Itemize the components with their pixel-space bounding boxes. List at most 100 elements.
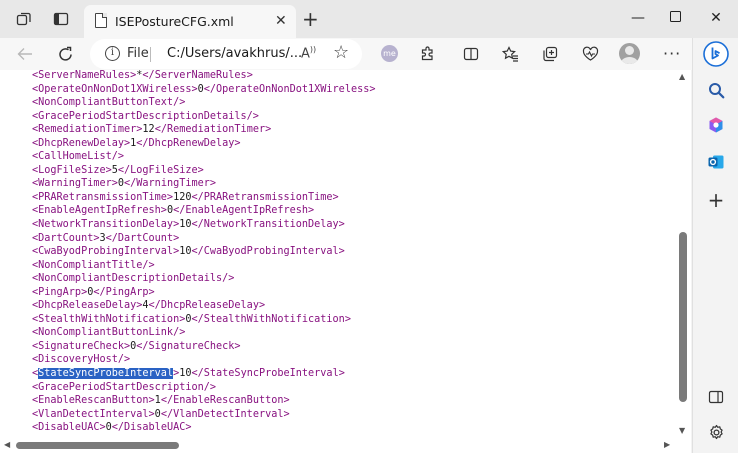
split-screen-icon[interactable] (461, 44, 481, 64)
xml-close-tag: </OperateOnNonDot1XWireless> (203, 83, 376, 95)
xml-open-tag: <EnableAgentIpRefresh> (32, 205, 167, 217)
active-tab[interactable]: ISEPostureCFG.xml ✕ (84, 5, 296, 38)
xml-line: <CwaByodProbingInterval>10</CwaByodProbi… (32, 245, 376, 259)
xml-close-tag: </DhcpReleaseDelay> (148, 300, 266, 312)
xml-line: <PRARetransmissionTime>120</PRARetransmi… (32, 191, 376, 205)
workspaces-icon[interactable] (15, 10, 33, 28)
star-icon[interactable]: ☆ (333, 42, 349, 63)
xml-line: <VlanDetectInterval>0</VlanDetectInterva… (32, 408, 376, 422)
xml-open-tag: <NetworkTransitionDelay> (32, 219, 180, 231)
xml-line: <StateSyncProbeInterval>10</StateSyncPro… (32, 367, 376, 381)
address-bar[interactable]: i File C:/Users/avakhrus/... A)) ☆ (90, 39, 362, 69)
xml-open-tag: <CallHomeList/> (32, 151, 125, 163)
xml-close-tag: </CwaByodProbingInterval> (191, 246, 345, 258)
sidebar-panel-icon[interactable] (705, 386, 727, 408)
file-icon (95, 13, 107, 28)
divider (150, 47, 151, 62)
xml-open-tag: <ServerNameRules> (32, 70, 137, 81)
xml-line: <NetworkTransitionDelay>10</NetworkTrans… (32, 218, 376, 232)
xml-open-tag: <DartCount> (32, 232, 100, 244)
scroll-up-icon[interactable]: ▲ (679, 72, 685, 81)
vertical-scrollbar[interactable]: ▲ ▼ (676, 70, 691, 440)
title-bar: ISEPostureCFG.xml ✕ + — ✕ (0, 0, 738, 38)
xml-line: <ServerNameRules>*</ServerNameRules> (32, 70, 376, 83)
xml-value: 10 (179, 246, 192, 258)
gear-icon[interactable] (705, 421, 727, 443)
xml-open-tag: <PingArp> (32, 286, 88, 298)
avatar[interactable] (619, 43, 640, 64)
xml-open-tag: <DiscoveryHost/> (32, 354, 131, 366)
back-arrow-icon[interactable] (14, 43, 36, 65)
search-icon[interactable] (705, 79, 727, 101)
refresh-icon[interactable] (54, 43, 76, 65)
xml-line: <SignatureCheck>0</SignatureCheck> (32, 340, 376, 354)
xml-open-tag: <StateSyncProbeInterval> (32, 368, 180, 380)
xml-value: 12 (142, 124, 155, 136)
horizontal-scrollbar[interactable]: ◀ ▶ (0, 438, 691, 453)
xml-close-tag: </SignatureCheck> (136, 340, 241, 352)
xml-close-tag: </DisableUAC> (111, 422, 192, 434)
favorites-icon[interactable] (500, 44, 520, 64)
xml-open-tag: <SignatureCheck> (32, 340, 131, 352)
xml-line: <RemediationTimer>12</RemediationTimer> (32, 123, 376, 137)
close-window-button[interactable]: ✕ (706, 9, 726, 27)
xml-line: <CallHomeList/> (32, 150, 376, 164)
xml-line: <NonCompliantTitle/> (32, 259, 376, 273)
xml-open-tag: <WarningTimer> (32, 178, 118, 190)
xml-line: <WarningTimer>0</WarningTimer> (32, 177, 376, 191)
xml-close-tag: </PRARetransmissionTime> (191, 191, 339, 203)
xml-open-tag: <DisableUAC> (32, 422, 106, 434)
vertical-tabs-icon[interactable] (52, 10, 70, 28)
selected-text[interactable]: StateSyncProbeInterval (38, 368, 174, 380)
xml-line: <DisableUAC>0</DisableUAC> (32, 421, 376, 435)
xml-line: <DartCount>3</DartCount> (32, 232, 376, 246)
close-tab-icon[interactable]: ✕ (275, 13, 287, 29)
xml-open-tag: <NonCompliantTitle/> (32, 259, 155, 271)
xml-open-tag: <EnableRescanButton> (32, 395, 155, 407)
xml-viewer: <ServerNameRules>*</ServerNameRules> <Ope… (0, 70, 691, 453)
xml-close-tag: </ServerNameRules> (142, 70, 253, 81)
browser-essentials-icon[interactable] (580, 44, 600, 64)
office-icon[interactable] (705, 114, 727, 136)
puzzle-icon[interactable] (418, 44, 438, 64)
xml-line: <PingArp>0</PingArp> (32, 286, 376, 300)
sidebar: + (692, 38, 738, 453)
xml-close-tag: </EnableAgentIpRefresh> (173, 205, 315, 217)
xml-value: 10 (179, 219, 192, 231)
xml-source: <ServerNameRules>*</ServerNameRules> <Ope… (32, 70, 376, 435)
profile-badge-icon[interactable]: me (381, 45, 398, 62)
horizontal-scroll-thumb[interactable] (16, 442, 179, 449)
xml-line: <EnableRescanButton>1</EnableRescanButto… (32, 394, 376, 408)
maximize-button[interactable] (665, 9, 685, 27)
xml-open-tag: <NonCompliantDescriptionDetails/> (32, 273, 235, 285)
bing-copilot-icon[interactable] (703, 41, 729, 67)
xml-open-tag: <DhcpReleaseDelay> (32, 300, 143, 312)
vertical-scroll-thumb[interactable] (679, 232, 687, 402)
xml-close-tag: </LogFileSize> (117, 164, 204, 176)
outlook-icon[interactable] (705, 151, 727, 173)
new-tab-button[interactable]: + (302, 9, 319, 29)
more-options-icon[interactable]: ··· (663, 44, 681, 63)
tab-title: ISEPostureCFG.xml (115, 14, 234, 29)
xml-line: <StealthWithNotification>0</StealthWithN… (32, 313, 376, 327)
xml-open-tag: <NonCompliantButtonText/> (32, 97, 186, 109)
info-icon[interactable]: i (105, 46, 120, 61)
xml-close-tag: </NetworkTransitionDelay> (191, 219, 345, 231)
protocol-label: File (127, 46, 149, 61)
url-text[interactable]: C:/Users/avakhrus/... (167, 46, 302, 61)
xml-open-tag: <LogFileSize> (32, 164, 112, 176)
add-icon[interactable]: + (705, 188, 727, 212)
xml-open-tag: <NonCompliantButtonLink/> (32, 327, 186, 339)
xml-close-tag: </RemediationTimer> (154, 124, 272, 136)
xml-open-tag: <RemediationTimer> (32, 124, 143, 136)
minimize-button[interactable]: — (628, 9, 648, 27)
collections-icon[interactable] (540, 44, 560, 64)
xml-line: <NonCompliantButtonText/> (32, 96, 376, 110)
scroll-down-icon[interactable]: ▼ (679, 426, 685, 435)
read-aloud-icon[interactable]: A)) (301, 45, 316, 61)
xml-close-tag: </DartCount> (105, 232, 180, 244)
xml-line: <EnableAgentIpRefresh>0</EnableAgentIpRe… (32, 204, 376, 218)
xml-close-tag: </VlanDetectInterval> (160, 408, 290, 420)
scroll-right-icon[interactable]: ▶ (664, 440, 670, 449)
scroll-left-icon[interactable]: ◀ (4, 440, 10, 449)
